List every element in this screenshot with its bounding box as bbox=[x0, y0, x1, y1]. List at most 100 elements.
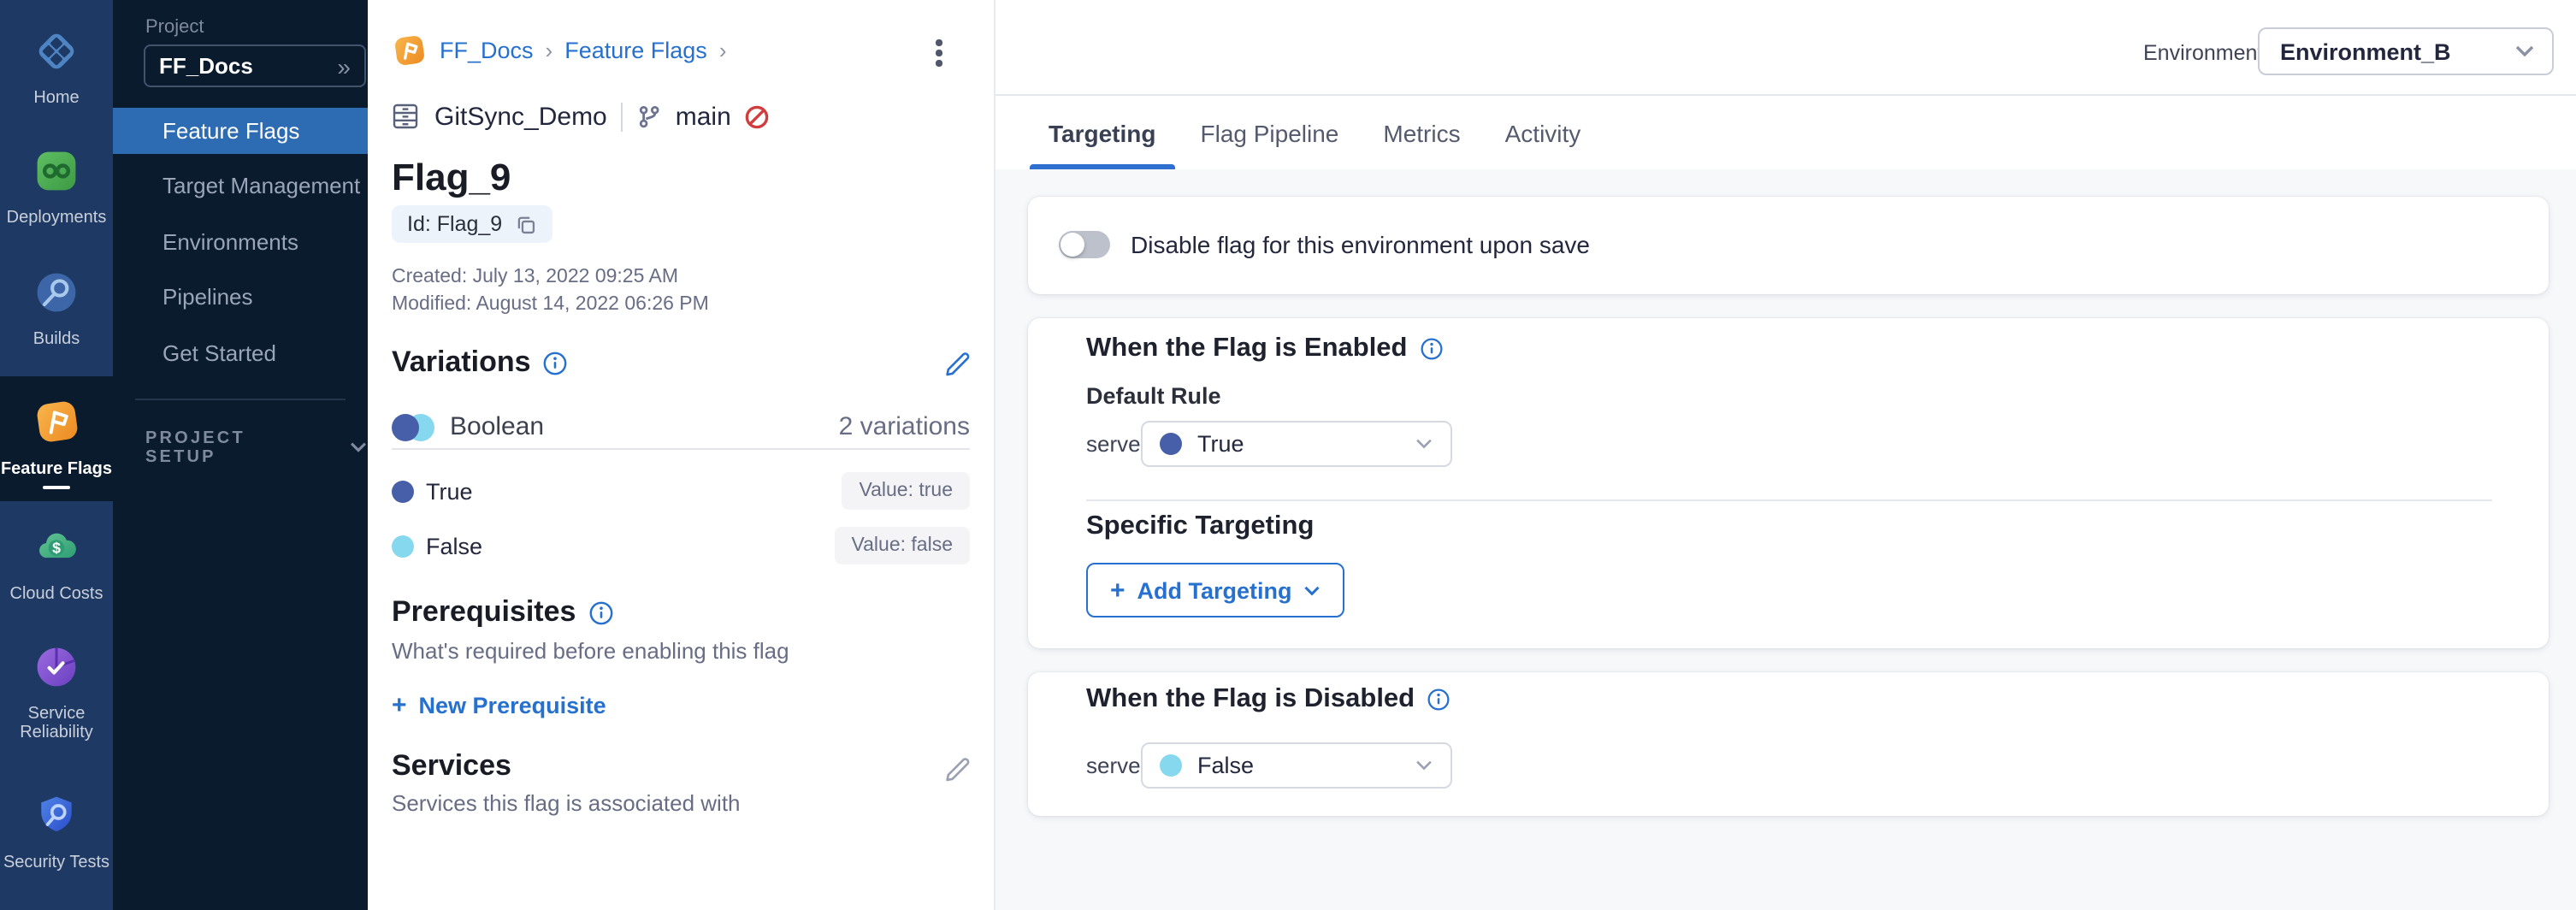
false-variation-dot bbox=[392, 535, 414, 557]
true-variation-dot bbox=[392, 480, 414, 502]
disable-flag-toggle[interactable] bbox=[1059, 231, 1110, 258]
breadcrumb-project-link[interactable]: FF_Docs bbox=[440, 38, 534, 63]
serve-selected-value: False bbox=[1197, 753, 1254, 778]
disabled-serve-select[interactable]: False bbox=[1141, 742, 1452, 789]
rail-label: Feature Flags bbox=[1, 460, 112, 479]
sidebar-item-environments[interactable]: Environments bbox=[113, 219, 368, 265]
flag-disabled-heading: When the Flag is Disabled bbox=[1086, 684, 1415, 715]
variations-heading: Variations bbox=[392, 346, 531, 380]
git-repo-icon bbox=[390, 101, 421, 132]
environment-selected-value: Environment_B bbox=[2280, 38, 2451, 64]
builds-icon bbox=[32, 269, 80, 325]
rail-item-service-reliability[interactable]: Service Reliability bbox=[0, 643, 113, 742]
chevron-down-icon bbox=[1304, 584, 1321, 596]
sidebar-item-label: Target Management bbox=[162, 173, 360, 198]
flag-enabled-heading-row: When the Flag is Enabled bbox=[1086, 334, 1444, 364]
environment-select[interactable]: Environment_B bbox=[2258, 27, 2554, 75]
copy-icon[interactable] bbox=[514, 213, 536, 235]
breadcrumb-separator-icon: › bbox=[546, 38, 553, 63]
security-tests-icon bbox=[32, 792, 80, 848]
tab-metrics[interactable]: Metrics bbox=[1364, 96, 1479, 169]
chevron-down-icon bbox=[1415, 438, 1433, 450]
variation-value-badge: Value: true bbox=[842, 472, 970, 510]
rail-item-builds[interactable]: Builds bbox=[0, 269, 113, 349]
project-selector[interactable]: FF_Docs » bbox=[144, 44, 366, 87]
service-reliability-icon bbox=[32, 643, 80, 700]
rail-item-home[interactable]: Home bbox=[0, 27, 113, 108]
services-heading: Services bbox=[392, 749, 511, 783]
serve-selected-value: True bbox=[1197, 431, 1244, 457]
default-rule-serve-select[interactable]: True bbox=[1141, 421, 1452, 467]
rail-label: Builds bbox=[33, 330, 80, 349]
default-rule-label: Default Rule bbox=[1086, 383, 1221, 409]
flag-created-date: Created: July 13, 2022 09:25 AM bbox=[392, 267, 678, 287]
add-targeting-label: Add Targeting bbox=[1137, 577, 1292, 603]
cloud-costs-icon: $ bbox=[32, 523, 80, 580]
sidebar-divider bbox=[135, 399, 346, 400]
flag-disabled-card: When the Flag is Disabled serve False bbox=[1028, 672, 2549, 816]
environment-label: Environment bbox=[2143, 41, 2263, 65]
sidebar-item-feature-flags[interactable]: Feature Flags bbox=[113, 108, 368, 154]
deployments-icon bbox=[32, 147, 80, 204]
app-root: Home Deployments bbox=[0, 0, 2576, 910]
flag-options-menu-button[interactable] bbox=[932, 36, 945, 69]
project-setup-label: PROJECT SETUP bbox=[145, 429, 311, 467]
flag-enabled-card: When the Flag is Enabled Default Rule se… bbox=[1028, 318, 2549, 648]
rail-label: Cloud Costs bbox=[10, 585, 103, 604]
info-icon[interactable] bbox=[543, 350, 569, 375]
variation-type-label: Boolean bbox=[450, 412, 544, 441]
rail-item-cloud-costs[interactable]: $ Cloud Costs bbox=[0, 523, 113, 604]
rail-item-security-tests[interactable]: Security Tests bbox=[0, 792, 113, 872]
rail-item-deployments[interactable]: Deployments bbox=[0, 147, 113, 228]
divider bbox=[621, 102, 623, 131]
breadcrumb-feature-flags-link[interactable]: Feature Flags bbox=[564, 38, 707, 63]
divider bbox=[392, 448, 970, 450]
tab-label: Targeting bbox=[1049, 119, 1156, 146]
tab-targeting[interactable]: Targeting bbox=[1030, 96, 1175, 169]
divider bbox=[1086, 499, 2492, 501]
tab-label: Activity bbox=[1505, 119, 1581, 146]
sidebar-item-label: Environments bbox=[162, 229, 298, 255]
chevron-down-icon bbox=[349, 439, 368, 458]
false-variation-dot bbox=[1160, 754, 1182, 777]
nav-rail: Home Deployments bbox=[0, 0, 113, 910]
edit-services-button[interactable] bbox=[942, 753, 973, 783]
new-prerequisite-label: New Prerequisite bbox=[419, 693, 606, 718]
git-sync-row: GitSync_Demo main bbox=[390, 101, 771, 132]
svg-text:$: $ bbox=[52, 540, 61, 557]
tab-activity[interactable]: Activity bbox=[1486, 96, 1600, 169]
info-icon[interactable] bbox=[1427, 688, 1450, 712]
variation-name: True bbox=[426, 478, 473, 504]
sidebar-item-get-started[interactable]: Get Started bbox=[113, 330, 368, 376]
project-section-label: Project bbox=[145, 17, 204, 38]
info-icon[interactable] bbox=[588, 600, 613, 625]
tab-flag-pipeline[interactable]: Flag Pipeline bbox=[1182, 96, 1358, 169]
git-branch-icon bbox=[636, 103, 662, 129]
variation-row-false: False Value: false bbox=[392, 527, 970, 564]
git-repo-name: GitSync_Demo bbox=[434, 102, 607, 131]
new-prerequisite-button[interactable]: + New Prerequisite bbox=[392, 693, 606, 718]
add-targeting-button[interactable]: + Add Targeting bbox=[1086, 563, 1345, 618]
edit-variations-button[interactable] bbox=[942, 347, 973, 378]
prerequisites-heading-row: Prerequisites bbox=[392, 595, 613, 629]
sidebar-item-pipelines[interactable]: Pipelines bbox=[113, 274, 368, 320]
flag-modified-date: Modified: August 14, 2022 06:26 PM bbox=[392, 294, 709, 315]
environment-panel: Environment Environment_B Targeting Flag… bbox=[996, 0, 2576, 910]
serve-label: serve bbox=[1086, 431, 1141, 457]
chevron-down-icon bbox=[2514, 44, 2535, 58]
services-description: Services this flag is associated with bbox=[392, 790, 741, 816]
rail-label: Service Reliability bbox=[0, 705, 113, 742]
boolean-icon-dark bbox=[392, 413, 419, 440]
sidebar-item-label: Get Started bbox=[162, 340, 276, 366]
rail-item-feature-flags[interactable]: Feature Flags bbox=[0, 397, 113, 489]
flag-id-text: Id: Flag_9 bbox=[407, 212, 502, 236]
info-icon[interactable] bbox=[1420, 337, 1444, 361]
plus-icon: + bbox=[392, 693, 407, 718]
project-sidebar: Project FF_Docs » Feature Flags Target M… bbox=[113, 0, 368, 910]
flag-detail-column: FF_Docs › Feature Flags › GitSync_Demo bbox=[368, 0, 994, 910]
breadcrumb-separator-icon: › bbox=[719, 38, 727, 63]
project-setup-toggle[interactable]: PROJECT SETUP bbox=[145, 429, 368, 467]
git-branch-selector[interactable]: main bbox=[676, 102, 731, 131]
home-icon bbox=[32, 27, 80, 84]
sidebar-item-target-management[interactable]: Target Management bbox=[113, 162, 368, 209]
